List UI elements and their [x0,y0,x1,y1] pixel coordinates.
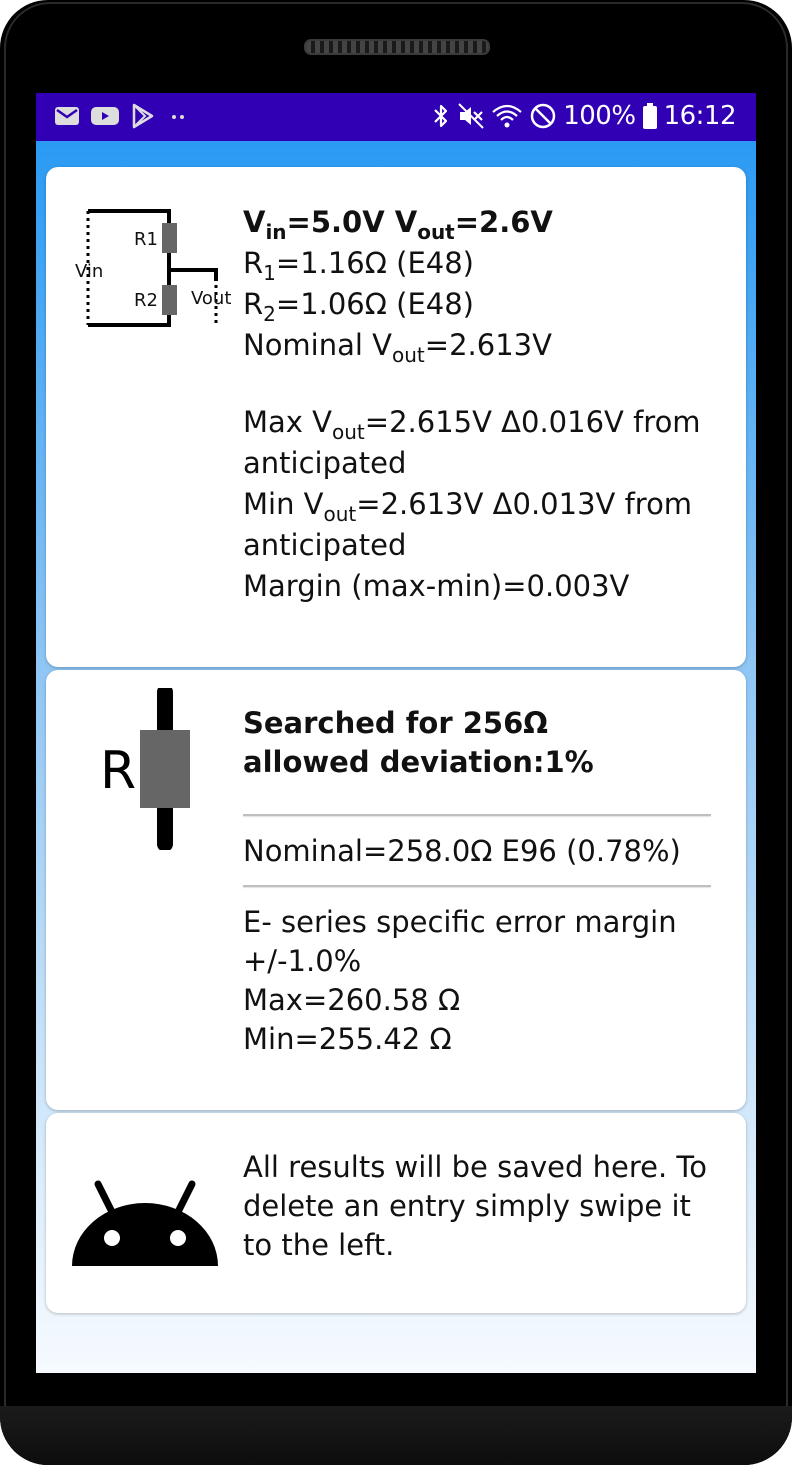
battery-icon [642,103,657,129]
play-store-icon [132,103,154,129]
error-margin-line1: E- series specific error margin [243,905,677,939]
status-bar: 100% 16:12 [36,93,756,141]
mute-icon [458,103,484,129]
earpiece-speaker [304,39,490,55]
gmail-icon [55,107,79,125]
dnd-icon [530,103,556,129]
r2-label: R2 [134,290,158,311]
phone-chin [0,1406,792,1465]
android-icon [72,1180,218,1266]
search-title: Searched for 256Ω [243,706,548,740]
phone-frame: 100% 16:12 R1 R2 Vin Vout Vin=5.0V Vout=… [0,0,792,1465]
vout-label: Vout [191,288,231,309]
bluetooth-icon [434,104,448,128]
notification-icons [54,103,190,129]
min-vout: Min Vout=2.613V Δ0.013V from anticipated [243,487,693,562]
app-screen: 100% 16:12 R1 R2 Vin Vout Vin=5.0V Vout=… [36,93,756,1373]
divider-result-card[interactable]: R1 R2 Vin Vout Vin=5.0V Vout=2.6V R1=1.1… [46,167,746,667]
wifi-icon [492,104,522,128]
divider-details: Vin=5.0V Vout=2.6V R1=1.16Ω (E48) R2=1.0… [243,202,723,607]
resistor-result-card[interactable]: R Searched for 256Ω allowed deviation:1%… [46,670,746,1110]
resistor-icon: R [100,688,190,850]
voltage-divider-icon: R1 R2 Vin Vout [75,209,231,327]
vin-label: Vin [75,261,103,282]
nominal-value: Nominal=258.0Ω E96 (0.78%) [243,834,681,868]
max-vout: Max Vout=2.615V Δ0.016V from anticipated [243,405,701,480]
system-status: 100% 16:12 [431,101,737,131]
info-message: All results will be saved here. To delet… [243,1150,707,1262]
r2-value: R2=1.06Ω (E48) [243,287,474,326]
divider-title: Vin=5.0V Vout=2.6V [243,205,553,244]
margin-value: Margin (max-min)=0.003V [243,569,630,603]
min-resistance: Min=255.42 Ω [243,1022,452,1056]
youtube-icon [91,107,119,125]
resistor-details: Searched for 256Ω allowed deviation:1% N… [243,704,723,1059]
max-resistance: Max=260.58 Ω [243,983,461,1017]
info-card[interactable]: All results will be saved here. To delet… [46,1113,746,1313]
allowed-deviation: allowed deviation:1% [243,745,594,779]
r1-label: R1 [134,229,158,250]
battery-percent: 100% [563,101,636,131]
clock: 16:12 [663,101,737,131]
nominal-vout: Nominal Vout=2.613V [243,328,552,367]
resistor-icon-letter: R [100,741,136,801]
error-margin-line2: +/-1.0% [243,944,362,978]
r1-value: R1=1.16Ω (E48) [243,246,474,285]
more-dots-icon [172,115,184,119]
